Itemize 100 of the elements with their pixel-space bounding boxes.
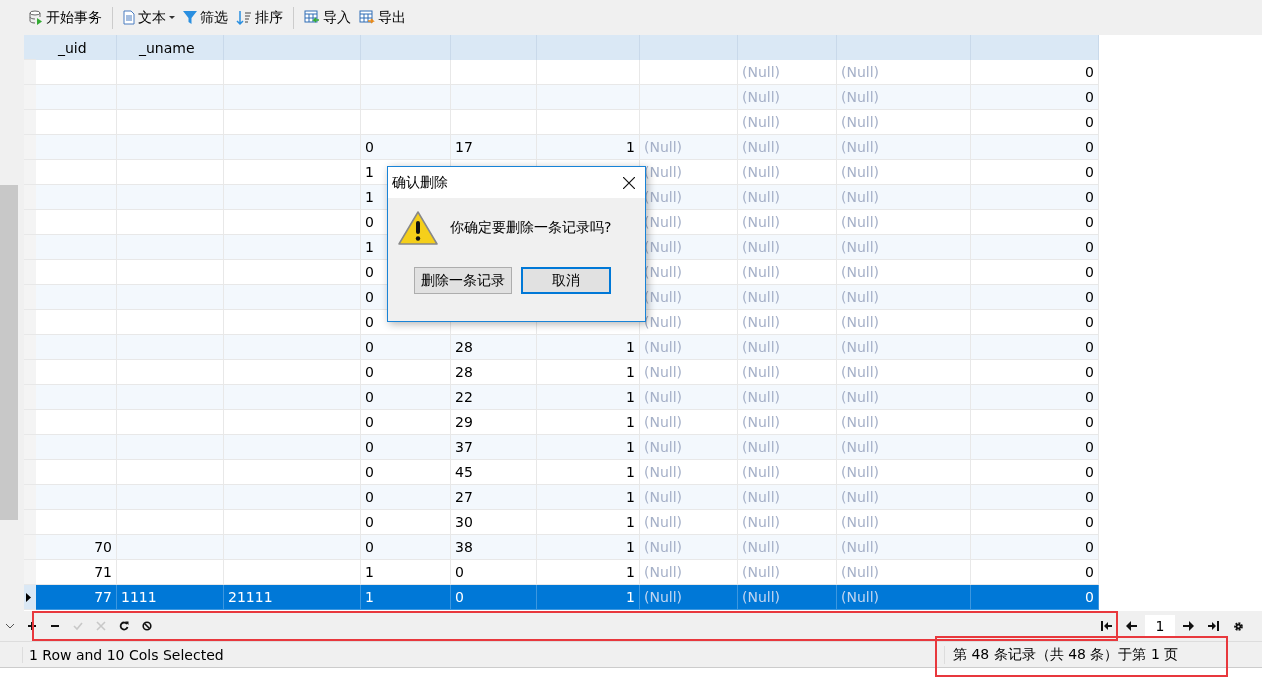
table-cell: (Null) — [640, 485, 738, 510]
table-cell: 0 — [361, 335, 451, 360]
table-cell: (Null) — [837, 585, 971, 610]
close-icon[interactable] — [623, 176, 635, 189]
first-page-icon — [1101, 621, 1112, 631]
table-cell: (Null) — [837, 285, 971, 310]
dialog-message: 你确定要删除一条记录吗? — [450, 219, 612, 237]
table-cell: (Null) — [837, 185, 971, 210]
table-cell: 0 — [971, 235, 1099, 260]
page-field[interactable]: 1 — [1145, 615, 1175, 637]
column-header[interactable] — [837, 35, 971, 60]
toolbar-button[interactable]: 导入 — [301, 5, 354, 30]
table-cell: 1 — [537, 585, 640, 610]
document-icon — [123, 10, 135, 25]
plus-icon — [26, 621, 37, 631]
checkmark-icon — [72, 621, 83, 631]
column-header[interactable] — [971, 35, 1099, 60]
table-cell: 1 — [537, 435, 640, 460]
table-cell: 0 — [971, 535, 1099, 560]
table-cell: (Null) — [738, 335, 837, 360]
table-cell: 0 — [971, 185, 1099, 210]
table-cell: (Null) — [837, 335, 971, 360]
toolbar-button[interactable]: 筛选 — [180, 5, 231, 30]
table-cell: 1111 — [117, 585, 224, 610]
table-cell: 38 — [451, 535, 537, 560]
table-cell: (Null) — [738, 185, 837, 210]
table-cell: (Null) — [837, 235, 971, 260]
table-cell: (Null) — [837, 535, 971, 560]
table-cell: (Null) — [837, 385, 971, 410]
table-cell: (Null) — [738, 135, 837, 160]
table-cell: 27 — [451, 485, 537, 510]
table-cell: 1 — [537, 335, 640, 360]
table-cell: (Null) — [738, 535, 837, 560]
table-cell: (Null) — [738, 435, 837, 460]
table-cell: (Null) — [640, 535, 738, 560]
funnel-icon — [183, 10, 197, 25]
selection-status: 1 Row and 10 Cols Selected — [29, 646, 224, 663]
cross-icon — [95, 621, 106, 631]
table-cell: (Null) — [738, 285, 837, 310]
column-header[interactable] — [738, 35, 837, 60]
table-cell: (Null) — [738, 85, 837, 110]
toolbar-button[interactable]: 文本 — [120, 5, 178, 30]
column-header[interactable] — [537, 35, 640, 60]
table-cell: 1 — [537, 485, 640, 510]
table-cell: (Null) — [640, 585, 738, 610]
column-header[interactable]: _uid — [36, 35, 117, 60]
column-header[interactable] — [640, 35, 738, 60]
table-cell: 0 — [361, 485, 451, 510]
table-cell: (Null) — [837, 135, 971, 160]
toolbar-button[interactable]: 导出 — [356, 5, 409, 30]
table-cell: 17 — [451, 135, 537, 160]
table-cell: 0 — [361, 385, 451, 410]
database-icon — [29, 10, 43, 25]
table-cell: 70 — [36, 535, 117, 560]
table-cell: 37 — [451, 435, 537, 460]
table-cell: 0 — [971, 385, 1099, 410]
column-header[interactable] — [361, 35, 451, 60]
record-status: 第 48 条记录（共 48 条）于第 1 页 — [953, 645, 1179, 662]
table-cell: (Null) — [738, 235, 837, 260]
scrollbar[interactable] — [0, 185, 18, 520]
dialog-button[interactable]: 删除一条记录 — [414, 267, 512, 294]
row-pointer-icon — [26, 593, 31, 602]
table-cell: 28 — [451, 335, 537, 360]
table-cell: 0 — [971, 435, 1099, 460]
table-cell: 1 — [537, 135, 640, 160]
toolbar-button[interactable]: 排序 — [233, 5, 286, 30]
arrow-left-icon — [1126, 621, 1137, 631]
sort-icon — [236, 9, 252, 26]
table-cell: 0 — [361, 535, 451, 560]
table-cell: 0 — [971, 335, 1099, 360]
table-cell: 0 — [361, 435, 451, 460]
table-cell: (Null) — [837, 85, 971, 110]
table-cell: (Null) — [837, 485, 971, 510]
table-cell: (Null) — [640, 435, 738, 460]
column-header[interactable] — [451, 35, 537, 60]
table-cell: 0 — [971, 85, 1099, 110]
table-cell: 21111 — [224, 585, 361, 610]
table-cell: (Null) — [640, 385, 738, 410]
table-cell: (Null) — [738, 585, 837, 610]
column-header[interactable] — [224, 35, 361, 60]
table-cell: 1 — [537, 535, 640, 560]
toolbar-button[interactable]: 开始事务 — [26, 5, 105, 30]
warning-icon — [398, 211, 438, 245]
table-cell: (Null) — [837, 435, 971, 460]
table-cell: 1 — [361, 585, 451, 610]
settings-icon — [1233, 620, 1244, 632]
chevron-down-icon[interactable] — [5, 623, 15, 629]
stop-icon — [141, 621, 152, 631]
table-cell: (Null) — [640, 135, 738, 160]
table-arrow-icon — [359, 10, 375, 25]
table-arrow-icon — [304, 10, 320, 25]
row-header[interactable] — [24, 585, 36, 610]
dialog-button[interactable]: 取消 — [521, 267, 611, 294]
table-cell: 0 — [971, 485, 1099, 510]
table-cell: (Null) — [738, 385, 837, 410]
table-cell: (Null) — [738, 485, 837, 510]
table-cell: 0 — [361, 135, 451, 160]
last-page-icon — [1208, 621, 1219, 631]
column-header[interactable]: _uname — [117, 35, 224, 60]
table-cell: 22 — [451, 385, 537, 410]
